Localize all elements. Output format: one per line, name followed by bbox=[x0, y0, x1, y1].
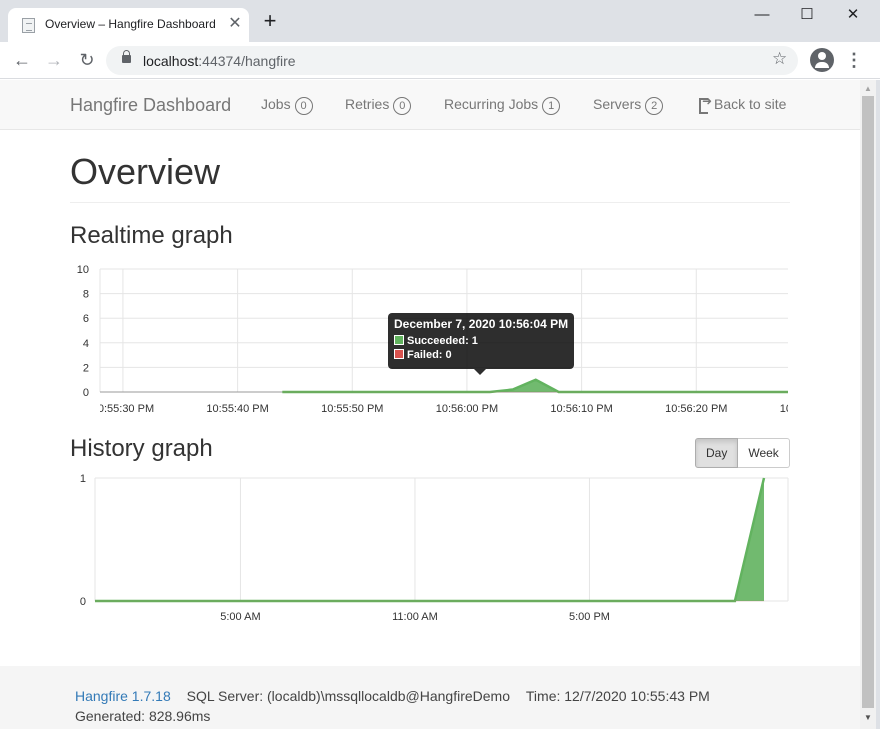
week-button[interactable]: Week bbox=[738, 438, 790, 468]
browser-toolbar: ← → ↻ localhost:44374/hangfire ☆ ⋮ bbox=[0, 42, 880, 79]
server-time: Time: 12/7/2020 10:55:43 PM bbox=[525, 688, 710, 704]
day-button[interactable]: Day bbox=[695, 438, 739, 468]
title-divider bbox=[70, 202, 790, 203]
top-navbar: Hangfire Dashboard Jobs 0 Retries 0 Recurr… bbox=[0, 80, 860, 130]
browser-menu-icon[interactable]: ⋮ bbox=[844, 48, 864, 72]
forward-arrow-icon[interactable]: → bbox=[42, 48, 66, 72]
browser-titlebar: Overview – Hangfire Dashboard ✕ + — ☐ ✕ bbox=[0, 0, 880, 42]
brand-link[interactable]: Hangfire Dashboard bbox=[70, 95, 231, 116]
history-y-tick-label: 0 bbox=[80, 596, 86, 608]
history-y-tick-label: 1 bbox=[80, 473, 86, 485]
history-x-tick-label: 5:00 PM bbox=[569, 611, 610, 623]
history-x-tick-label: 11:00 AM bbox=[392, 611, 438, 623]
page-viewport: Hangfire Dashboard Jobs 0 Retries 0 Recurr… bbox=[0, 80, 860, 729]
realtime-x-tick-label: 10:55:30 PM bbox=[92, 403, 154, 415]
close-window-button[interactable]: ✕ bbox=[838, 4, 868, 28]
history-graph[interactable]: 0 1 5:00 AM 11:00 AM 5:00 PM bbox=[70, 470, 790, 630]
scroll-up-icon[interactable]: ▲ bbox=[864, 84, 872, 93]
recurring-count-badge: 1 bbox=[542, 97, 561, 115]
history-graph-heading: History graph bbox=[70, 435, 213, 462]
browser-tab[interactable]: Overview – Hangfire Dashboard ✕ bbox=[8, 8, 249, 42]
realtime-y-tick-label: 6 bbox=[83, 313, 89, 325]
tooltip-failed: Failed: 0 bbox=[394, 349, 452, 361]
realtime-x-tick-label: 10:56:10 PM bbox=[550, 403, 612, 415]
scrollbar-thumb[interactable] bbox=[862, 96, 874, 708]
failed-swatch bbox=[394, 349, 404, 359]
realtime-y-tick-label: 10 bbox=[77, 264, 89, 276]
footer-info: Hangfire 1.7.18 SQL Server: (localdb)\ms… bbox=[75, 688, 710, 704]
maximize-button[interactable]: ☐ bbox=[792, 4, 822, 28]
sign-out-icon bbox=[699, 94, 712, 114]
address-bar[interactable]: localhost:44374/hangfire ☆ bbox=[106, 46, 798, 75]
profile-avatar-icon[interactable] bbox=[810, 48, 834, 72]
hangfire-version-link[interactable]: Hangfire 1.7.18 bbox=[75, 688, 171, 704]
realtime-graph-heading: Realtime graph bbox=[70, 222, 233, 249]
page-title: Overview bbox=[70, 151, 221, 192]
reload-icon[interactable]: ↻ bbox=[75, 48, 99, 72]
realtime-y-tick-label: 2 bbox=[83, 362, 89, 374]
footer: Hangfire 1.7.18 SQL Server: (localdb)\ms… bbox=[0, 666, 860, 729]
minimize-button[interactable]: — bbox=[747, 4, 777, 28]
tooltip-title: December 7, 2020 10:56:04 PM bbox=[394, 317, 569, 331]
realtime-tooltip: December 7, 2020 10:56:04 PM Succeeded: … bbox=[388, 313, 574, 375]
realtime-y-tick-label: 4 bbox=[83, 338, 89, 350]
realtime-x-tick-label: 10:56:30 PM bbox=[780, 403, 790, 415]
history-succeeded-line bbox=[95, 477, 766, 603]
scroll-down-icon[interactable]: ▼ bbox=[864, 713, 872, 722]
realtime-x-tick-label: 10:55:50 PM bbox=[321, 403, 383, 415]
tooltip-succeeded: Succeeded: 1 bbox=[394, 335, 478, 347]
window-border bbox=[876, 80, 880, 729]
back-arrow-icon[interactable]: ← bbox=[10, 48, 34, 72]
realtime-x-tick-labels: 10:55:30 PM 10:55:40 PM 10:55:50 PM 10:56:0… bbox=[92, 403, 790, 415]
storage-info: SQL Server: (localdb)\mssqllocaldb@Hangf… bbox=[186, 688, 510, 704]
nav-jobs[interactable]: Jobs 0 bbox=[261, 96, 313, 115]
lock-icon[interactable] bbox=[122, 50, 131, 63]
nav-recurring-jobs[interactable]: Recurring Jobs 1 bbox=[444, 96, 561, 115]
bookmark-star-icon[interactable]: ☆ bbox=[772, 49, 787, 69]
realtime-y-tick-label: 0 bbox=[83, 387, 89, 399]
realtime-x-tick-label: 10:56:00 PM bbox=[436, 403, 498, 415]
realtime-x-tick-label: 10:56:20 PM bbox=[665, 403, 727, 415]
nav-retries[interactable]: Retries 0 bbox=[345, 96, 412, 115]
vertical-scrollbar[interactable]: ▲ ▼ bbox=[860, 80, 876, 729]
history-period-toggle: Day Week bbox=[695, 438, 790, 468]
tab-close-icon[interactable]: ✕ bbox=[226, 13, 244, 33]
page-icon bbox=[22, 18, 35, 33]
servers-count-badge: 2 bbox=[645, 97, 664, 115]
jobs-count-badge: 0 bbox=[294, 97, 313, 115]
back-to-site-link[interactable]: Back to site bbox=[699, 94, 786, 114]
succeeded-swatch bbox=[394, 335, 404, 345]
history-x-tick-label: 5:00 AM bbox=[220, 611, 260, 623]
history-succeeded-area bbox=[95, 478, 764, 601]
url-text[interactable]: localhost:44374/hangfire bbox=[143, 53, 296, 69]
realtime-x-tick-label: 10:55:40 PM bbox=[206, 403, 268, 415]
realtime-y-tick-label: 8 bbox=[83, 289, 89, 301]
realtime-succeeded-area bbox=[282, 379, 788, 392]
nav-servers[interactable]: Servers 2 bbox=[593, 96, 664, 115]
retries-count-badge: 0 bbox=[393, 97, 412, 115]
new-tab-button[interactable]: + bbox=[260, 10, 280, 32]
generated-time: Generated: 828.96ms bbox=[75, 708, 211, 724]
tab-title: Overview – Hangfire Dashboard bbox=[45, 17, 216, 31]
